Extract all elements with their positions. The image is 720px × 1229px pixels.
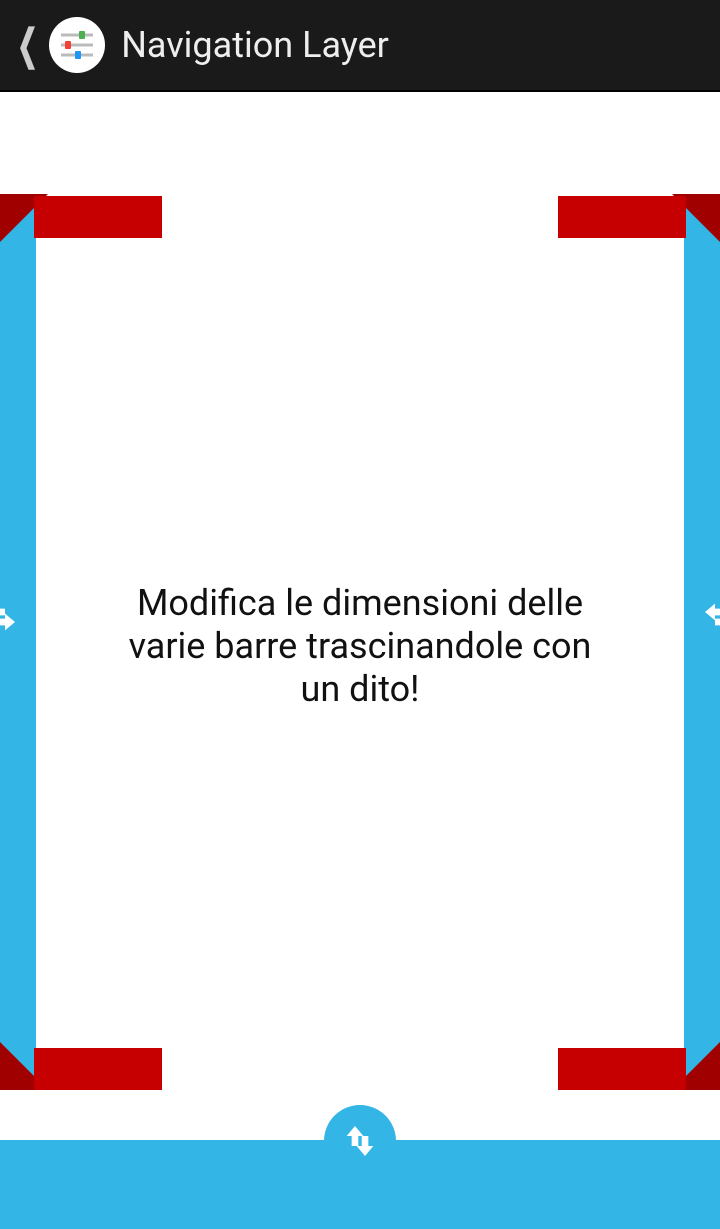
bar-end-marker-bottom-left[interactable] [34,1048,162,1090]
swap-vertical-icon [340,1121,380,1161]
bar-end-marker-top-left[interactable] [34,196,162,238]
editor-canvas: Modifica le dimensioni delle varie barre… [0,92,720,1229]
bar-end-marker-top-right[interactable] [558,196,686,238]
bottom-resize-handle[interactable] [324,1105,396,1177]
instruction-text: Modifica le dimensioni delle varie barre… [0,582,720,712]
bar-end-marker-bottom-right[interactable] [558,1048,686,1090]
app-icon[interactable] [49,17,105,73]
app-header: ❮ Navigation Layer [0,0,720,92]
page-title: Navigation Layer [121,24,389,66]
back-icon[interactable]: ❮ [17,20,38,70]
sliders-icon [57,25,97,65]
